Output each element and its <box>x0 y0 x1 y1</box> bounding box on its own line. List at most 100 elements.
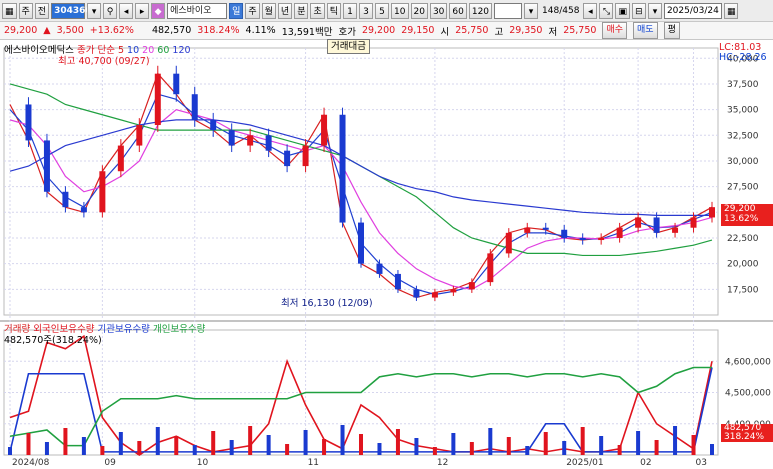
period-day-button[interactable]: 일 <box>229 2 244 19</box>
candle-body <box>339 114 346 223</box>
volume-bar <box>599 436 604 455</box>
volume-bar <box>285 444 290 455</box>
price-change: 3,500 <box>56 25 84 36</box>
date-picker-icon[interactable]: ▦ <box>723 2 739 19</box>
quote-bar: 29,200 ▲ 3,500 +13.62% 482,570 318.24% 4… <box>0 22 773 40</box>
candle-body <box>99 171 106 213</box>
period-year-button[interactable]: 년 <box>277 2 293 19</box>
candle-body <box>284 150 291 167</box>
volume-bar <box>118 432 123 455</box>
volume-bar <box>359 434 363 455</box>
interval-5-button[interactable]: 5 <box>375 2 390 19</box>
y-tick-label: 27,500 <box>727 183 759 193</box>
period-minute-button[interactable]: 분 <box>294 2 309 19</box>
volume-bar <box>211 431 216 455</box>
volume-bar <box>266 435 271 455</box>
ask-price: 29,200 <box>361 25 396 36</box>
x-tick-label: 12 <box>437 458 448 468</box>
scroll-left-icon[interactable]: ◂ <box>583 2 598 19</box>
volume-bar <box>432 447 437 455</box>
price-chart-svg[interactable]: 40,00037,50035,00032,50030,00027,50025,0… <box>0 40 773 469</box>
candle-body <box>136 125 143 146</box>
period-week-button[interactable]: 주 <box>245 2 260 19</box>
legend-ma120: 120 <box>172 45 191 56</box>
period-month-button[interactable]: 월 <box>261 2 276 19</box>
custom-interval-dropdown-icon[interactable]: ▾ <box>524 2 539 19</box>
interval-30-button[interactable]: 30 <box>429 2 448 19</box>
candle-body <box>25 104 32 141</box>
zoom-icon[interactable]: ⤡ <box>599 2 614 19</box>
y-tick-label: 37,500 <box>727 80 759 90</box>
open-label: 시 <box>440 26 450 38</box>
volume-bar <box>506 437 511 455</box>
last-volume-tag: 482,570 318.24% <box>721 424 773 442</box>
market-select[interactable]: 주 <box>18 2 33 19</box>
volume-bar <box>414 438 419 455</box>
trade-amount-tooltip: 거래대금 <box>327 39 370 54</box>
candle-body <box>579 237 586 241</box>
toolbar: ▦ 주 전 304360 ▾ ⚲ ◂ ▸ ◆ 에스바이오 일 주 월 년 분 초… <box>0 0 773 22</box>
buy-button[interactable]: 매수 <box>602 22 627 39</box>
interval-60-button[interactable]: 60 <box>449 2 467 19</box>
volume-bar <box>8 447 12 455</box>
period-second-button[interactable]: 초 <box>310 2 325 19</box>
search-icon[interactable]: ⚲ <box>103 2 118 19</box>
x-tick-label: 09 <box>104 458 116 468</box>
last-price-tag: 29,200 13.62% <box>721 204 773 226</box>
interval-10-button[interactable]: 10 <box>391 2 409 19</box>
candle-body <box>191 94 198 120</box>
calendar-dropdown-icon[interactable]: ▾ <box>647 2 662 19</box>
candle-body <box>672 227 679 233</box>
volume-bar <box>137 441 142 455</box>
candle-body <box>265 135 272 151</box>
interval-120-button[interactable]: 120 <box>468 2 493 19</box>
volume-bar <box>192 445 197 455</box>
period-tick-button[interactable]: 틱 <box>326 2 342 19</box>
volume-bar <box>562 441 567 455</box>
volume-bar <box>340 425 345 455</box>
candle-body <box>709 207 715 218</box>
eval-button[interactable]: 평 <box>663 22 680 39</box>
dropdown-icon[interactable]: ▾ <box>87 2 102 19</box>
candle-body <box>616 227 623 238</box>
x-tick-label: 11 <box>308 458 319 468</box>
candle-body <box>468 282 475 290</box>
interval-20-button[interactable]: 20 <box>410 2 428 19</box>
holdings-y-tick-label: 4,600,000 <box>725 357 771 367</box>
custom-interval-input[interactable] <box>494 2 523 19</box>
up-arrow-icon: ▲ <box>43 25 51 36</box>
interval-1-button[interactable]: 1 <box>343 2 358 19</box>
chart-area[interactable]: 40,00037,50035,00032,50030,00027,50025,0… <box>0 39 773 469</box>
x-tick-label: 02 <box>640 458 651 468</box>
date-field[interactable]: 2025/03/24 <box>663 2 722 19</box>
candle-body <box>431 292 438 298</box>
volume-bar <box>322 439 327 455</box>
last-price-value: 29,200 <box>724 204 756 214</box>
candle-body <box>505 232 512 254</box>
volume-bar <box>525 446 530 455</box>
stock-code-input[interactable]: 304360 <box>51 2 92 19</box>
volume-bar <box>488 428 493 455</box>
candle-body <box>62 191 69 208</box>
candle-body <box>376 263 383 274</box>
x-tick-label: 2025/01 <box>566 458 603 468</box>
chart-settings-icon[interactable]: ▦ <box>2 2 17 19</box>
high-label: 고 <box>494 26 504 38</box>
low-label: 저 <box>548 26 558 38</box>
lock-icon[interactable]: ▣ <box>615 2 630 19</box>
interval-3-button[interactable]: 3 <box>359 2 374 19</box>
scope-select[interactable]: 전 <box>34 2 50 19</box>
min-price-label: 최저 16,130 (12/09) <box>281 298 373 309</box>
sell-button[interactable]: 매도 <box>633 22 658 39</box>
save-icon[interactable]: ⊟ <box>631 2 646 19</box>
y-tick-label: 32,500 <box>727 131 759 141</box>
prev-icon[interactable]: ◂ <box>119 2 134 19</box>
volume-bar <box>617 445 622 455</box>
volume-bar <box>26 433 31 455</box>
candle-body <box>598 237 605 241</box>
next-icon[interactable]: ▸ <box>135 2 150 19</box>
stock-badge-icon[interactable]: ◆ <box>151 2 166 19</box>
candle-body <box>635 217 642 228</box>
stock-name-field[interactable]: 에스바이오 <box>167 2 228 19</box>
candle-body <box>524 227 531 233</box>
